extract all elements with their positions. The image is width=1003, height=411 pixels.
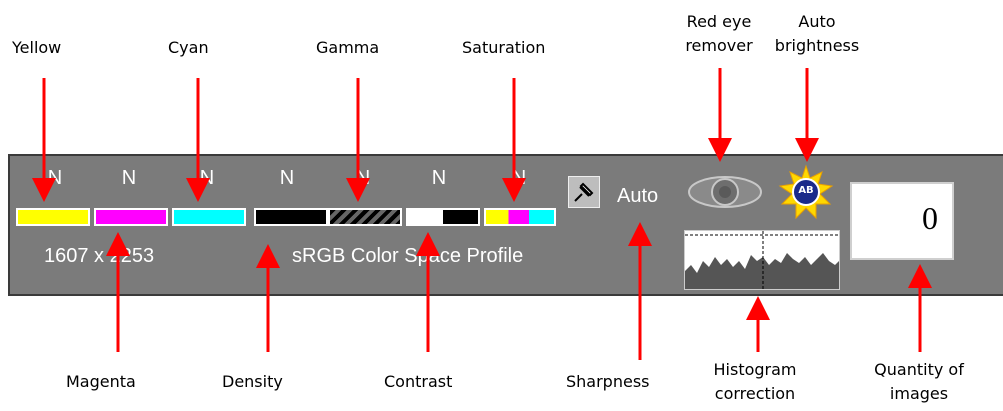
arrows-overlay [32, 68, 932, 360]
